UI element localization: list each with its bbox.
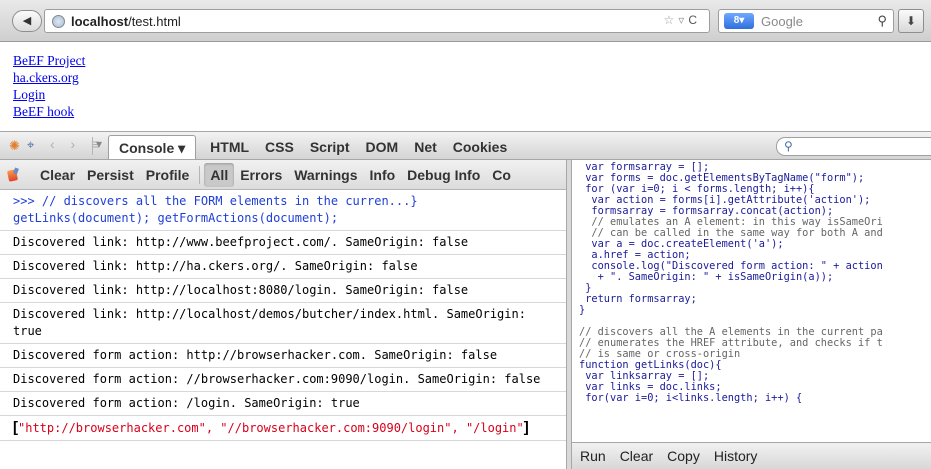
search-engine-icon: 8 (733, 15, 740, 26)
menu-dropdown-icon[interactable]: ▾ (96, 137, 102, 151)
tab-html[interactable]: HTML (202, 135, 257, 159)
result-close-bracket: ] (523, 419, 529, 436)
tab-script[interactable]: Script (302, 135, 358, 159)
link-login[interactable]: Login (13, 86, 85, 103)
history-button[interactable]: History (714, 448, 758, 464)
log-row: Discovered form action: /login. SameOrig… (0, 392, 566, 416)
run-button[interactable]: Run (580, 448, 606, 464)
tab-css[interactable]: CSS (257, 135, 302, 159)
search-placeholder: Google (761, 14, 803, 29)
log-row: Discovered link: http://localhost:8080/l… (0, 279, 566, 303)
separator (199, 166, 201, 184)
filter-cookies[interactable]: Co (486, 163, 517, 187)
firebug-icon[interactable]: ✺ (9, 138, 20, 154)
search-bar[interactable]: 8▾ Google ⚲ (718, 9, 894, 33)
result-array[interactable]: ["http://browserhacker.com", "//browserh… (0, 416, 566, 441)
code-line: for(var i=0; i<links.length; i++) { (579, 392, 803, 404)
command-editor-toolbar: Run Clear Copy History (572, 442, 931, 469)
result-string: "/login" (465, 421, 524, 435)
search-engine-badge[interactable]: 8▾ (724, 13, 754, 29)
clear-button[interactable]: Clear (34, 163, 81, 187)
command-echo: >>> // discovers all the FORM elements i… (0, 190, 566, 231)
clear-editor-button[interactable]: Clear (620, 448, 653, 464)
log-row: Discovered link: http://www.beefproject.… (0, 231, 566, 255)
clear-console-icon[interactable] (8, 168, 22, 182)
log-row: Discovered form action: http://browserha… (0, 344, 566, 368)
url-tools: ☆▿C (664, 13, 701, 27)
pane-splitter[interactable] (566, 160, 572, 469)
back-button[interactable]: ◀ (12, 10, 42, 32)
firebug-toolbar: ✺ ⌖ ‹ › ≡ ▾ Console ▾ HTML CSS Script DO… (0, 131, 931, 160)
reload-icon[interactable]: C (688, 13, 701, 27)
tab-dom[interactable]: DOM (358, 135, 407, 159)
console-toolbar: Clear Persist Profile All Errors Warning… (0, 160, 568, 190)
inspect-icon[interactable]: ⌖ (27, 137, 34, 153)
code-line: + ". SameOrigin: " + isSameOrigin(a)); (579, 271, 834, 283)
result-string: "//browserhacker.com:9090/login", (220, 421, 466, 435)
download-button[interactable]: ⬇ (898, 9, 924, 33)
url-path: /test.html (128, 14, 181, 29)
command-line: getLinks(document); getFormActions(docum… (13, 211, 339, 225)
filter-all[interactable]: All (204, 163, 235, 187)
log-row: Discovered link: http://localhost/demos/… (0, 303, 566, 344)
profile-button[interactable]: Profile (140, 163, 196, 187)
copy-button[interactable]: Copy (667, 448, 700, 464)
persist-button[interactable]: Persist (81, 163, 140, 187)
filter-warnings[interactable]: Warnings (288, 163, 363, 187)
console-log: >>> // discovers all the FORM elements i… (0, 190, 566, 469)
download-icon: ⬇ (905, 14, 917, 28)
code-line: } (579, 304, 586, 316)
tab-cookies[interactable]: Cookies (445, 135, 515, 159)
separator (92, 137, 93, 155)
tab-net[interactable]: Net (406, 135, 445, 159)
page-links: BeEF Project ha.ckers.org Login BeEF hoo… (13, 52, 85, 120)
url-bar[interactable]: localhost/test.html ☆▿C (44, 9, 710, 33)
result-string: "http://browserhacker.com", (18, 421, 221, 435)
dropdown-arrow-icon[interactable]: ▿ (678, 13, 688, 27)
firebug-search-input[interactable]: ⚲ (776, 137, 931, 156)
code-line: return formsarray; (579, 293, 697, 305)
tab-console[interactable]: Console ▾ (108, 135, 197, 159)
link-beef-hook[interactable]: BeEF hook (13, 103, 85, 120)
url-host: localhost (71, 14, 129, 29)
search-icon[interactable]: ⚲ (877, 13, 887, 29)
globe-icon (52, 15, 65, 28)
url-text: localhost/test.html (71, 14, 181, 29)
command-editor[interactable]: var formsarray = []; var forms = doc.get… (579, 162, 931, 442)
search-icon: ⚲ (784, 139, 793, 153)
bookmark-star-icon[interactable]: ☆ (664, 13, 679, 27)
browser-toolbar: ◀ localhost/test.html ☆▿C 8▾ Google ⚲ ⬇ (0, 0, 931, 42)
filter-errors[interactable]: Errors (234, 163, 288, 187)
filter-debug-info[interactable]: Debug Info (401, 163, 486, 187)
filter-info[interactable]: Info (364, 163, 402, 187)
firebug-tabs: Console ▾ HTML CSS Script DOM Net Cookie… (108, 135, 515, 159)
console-toolbar-items: Clear Persist Profile All Errors Warning… (34, 163, 517, 187)
back-arrow-icon: ◀ (22, 15, 32, 27)
link-beef-project[interactable]: BeEF Project (13, 52, 85, 69)
command-line: >>> // discovers all the FORM elements i… (13, 194, 418, 208)
log-row: Discovered link: http://ha.ckers.org/. S… (0, 255, 566, 279)
link-ha-ckers[interactable]: ha.ckers.org (13, 69, 85, 86)
log-row: Discovered form action: //browserhacker.… (0, 368, 566, 392)
